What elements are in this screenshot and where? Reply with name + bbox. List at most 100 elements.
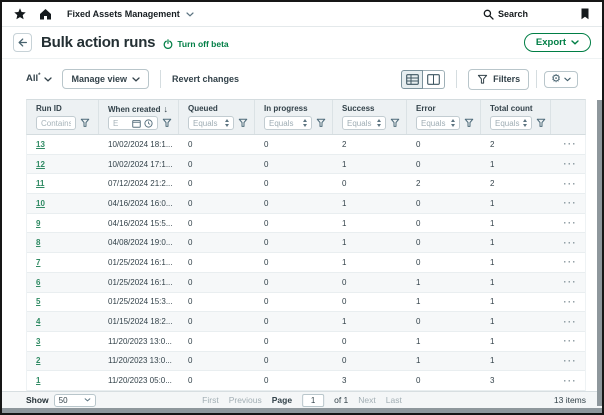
beta-toggle[interactable]: Turn off beta bbox=[163, 39, 228, 49]
page-label: Page bbox=[272, 395, 292, 405]
filter-funnel-icon[interactable] bbox=[464, 118, 474, 128]
row-actions-button[interactable]: ··· bbox=[564, 356, 578, 366]
row-actions-button[interactable]: ··· bbox=[564, 218, 578, 228]
run-id-link[interactable]: 11 bbox=[36, 179, 44, 188]
column-header-total-count[interactable]: Total count Equals bbox=[481, 100, 551, 134]
error-cell: 0 bbox=[407, 214, 481, 233]
queued-filter-operator[interactable]: Equals bbox=[188, 116, 234, 130]
in-progress-filter-operator[interactable]: Equals bbox=[264, 116, 312, 130]
filter-funnel-icon[interactable] bbox=[316, 118, 326, 128]
revert-changes-link[interactable]: Revert changes bbox=[172, 74, 239, 84]
actions-cell: ··· bbox=[551, 155, 585, 174]
row-actions-button[interactable]: ··· bbox=[564, 336, 578, 346]
manage-view-button[interactable]: Manage view bbox=[62, 69, 149, 89]
pagination-next[interactable]: Next bbox=[358, 395, 375, 405]
error-cell: 0 bbox=[407, 135, 481, 154]
back-button[interactable] bbox=[13, 33, 32, 52]
bookmark-icon[interactable] bbox=[580, 8, 590, 20]
column-view-toggle[interactable] bbox=[423, 70, 445, 89]
view-selector-dropdown[interactable]: All* bbox=[26, 73, 52, 84]
run-id-link[interactable]: 2 bbox=[36, 356, 40, 365]
vertical-scrollbar[interactable] bbox=[597, 100, 602, 406]
column-header-queued[interactable]: Queued Equals bbox=[179, 100, 255, 134]
row-actions-button[interactable]: ··· bbox=[564, 238, 578, 248]
run-id-link[interactable]: 4 bbox=[36, 317, 40, 326]
row-actions-button[interactable]: ··· bbox=[564, 179, 578, 189]
row-actions-button[interactable]: ··· bbox=[564, 159, 578, 169]
table-view-toggle[interactable] bbox=[401, 70, 423, 89]
run-id-link[interactable]: 5 bbox=[36, 297, 40, 306]
in-progress-cell: 0 bbox=[255, 293, 333, 312]
pagination-last[interactable]: Last bbox=[386, 395, 402, 405]
run-id-link[interactable]: 8 bbox=[36, 238, 40, 247]
horizontal-scrollbar[interactable] bbox=[2, 408, 602, 413]
run-id-link[interactable]: 10 bbox=[36, 199, 45, 208]
row-actions-button[interactable]: ··· bbox=[564, 376, 578, 386]
home-icon[interactable] bbox=[39, 8, 52, 20]
pagination-first[interactable]: First bbox=[202, 395, 219, 405]
column-header-in-progress[interactable]: In progress Equals bbox=[255, 100, 333, 134]
filter-funnel-icon[interactable] bbox=[238, 118, 248, 128]
total-count-cell: 1 bbox=[481, 332, 551, 351]
beta-toggle-label: Turn off beta bbox=[177, 39, 228, 49]
page-number-input[interactable] bbox=[302, 394, 324, 407]
run-id-cell: 13 bbox=[27, 135, 99, 154]
column-header-run-id[interactable]: Run ID bbox=[27, 100, 99, 134]
queued-cell: 0 bbox=[179, 273, 255, 292]
filter-funnel-icon[interactable] bbox=[162, 118, 172, 128]
page-size-select[interactable]: 50 bbox=[54, 394, 96, 407]
run-id-cell: 4 bbox=[27, 312, 99, 331]
actions-cell: ··· bbox=[551, 312, 585, 331]
pagination-previous[interactable]: Previous bbox=[229, 395, 262, 405]
run-id-link[interactable]: 13 bbox=[36, 140, 45, 149]
success-filter-operator[interactable]: Equals bbox=[342, 116, 386, 130]
column-header-success[interactable]: Success Equals bbox=[333, 100, 407, 134]
sort-desc-icon[interactable]: ↓ bbox=[163, 104, 168, 114]
app-menu-dropdown[interactable]: Fixed Assets Management bbox=[67, 9, 194, 19]
table-view-icon bbox=[406, 74, 419, 85]
success-cell: 1 bbox=[333, 253, 407, 272]
run-id-link[interactable]: 9 bbox=[36, 219, 40, 228]
favorites-star-icon[interactable] bbox=[14, 8, 26, 20]
run-id-link[interactable]: 12 bbox=[36, 160, 45, 169]
filter-funnel-icon[interactable] bbox=[536, 118, 546, 128]
actions-cell: ··· bbox=[551, 293, 585, 312]
power-icon bbox=[163, 39, 173, 49]
when-created-cell: 04/16/2024 16:0... bbox=[99, 194, 179, 213]
row-actions-button[interactable]: ··· bbox=[564, 317, 578, 327]
toolbar-right-group: Filters ⚙ bbox=[401, 69, 578, 90]
column-label: Queued bbox=[188, 104, 218, 113]
success-cell: 0 bbox=[333, 352, 407, 371]
clock-icon[interactable] bbox=[144, 119, 153, 128]
row-actions-button[interactable]: ··· bbox=[564, 257, 578, 267]
run-id-filter-input[interactable] bbox=[36, 116, 76, 130]
filter-funnel-icon[interactable] bbox=[390, 118, 400, 128]
error-filter-operator[interactable]: Equals bbox=[416, 116, 460, 130]
global-search[interactable]: Search bbox=[483, 9, 528, 20]
run-id-cell: 10 bbox=[27, 194, 99, 213]
column-header-when-created[interactable]: When created↓ E bbox=[99, 100, 179, 134]
column-header-error[interactable]: Error Equals bbox=[407, 100, 481, 134]
filters-button[interactable]: Filters bbox=[468, 69, 529, 90]
error-cell: 0 bbox=[407, 233, 481, 252]
row-actions-button[interactable]: ··· bbox=[564, 198, 578, 208]
calendar-icon[interactable] bbox=[132, 119, 141, 128]
actions-cell: ··· bbox=[551, 253, 585, 272]
success-cell: 0 bbox=[333, 273, 407, 292]
table-body: 13 10/02/2024 18:1... 0 0 2 0 2 ··· 12 1… bbox=[26, 135, 586, 391]
row-actions-button[interactable]: ··· bbox=[564, 139, 578, 149]
when-created-filter-input[interactable]: E bbox=[108, 116, 158, 130]
app-window: Fixed Assets Management Search Bulk acti… bbox=[0, 0, 604, 415]
success-cell: 1 bbox=[333, 233, 407, 252]
run-id-link[interactable]: 3 bbox=[36, 337, 40, 346]
grid-settings-button[interactable]: ⚙ bbox=[544, 71, 578, 88]
actions-cell: ··· bbox=[551, 214, 585, 233]
run-id-link[interactable]: 1 bbox=[36, 376, 40, 385]
filter-funnel-icon[interactable] bbox=[80, 118, 90, 128]
row-actions-button[interactable]: ··· bbox=[564, 297, 578, 307]
row-actions-button[interactable]: ··· bbox=[564, 277, 578, 287]
export-button[interactable]: Export bbox=[524, 33, 591, 52]
run-id-link[interactable]: 6 bbox=[36, 278, 40, 287]
total-count-filter-operator[interactable]: Equals bbox=[490, 116, 532, 130]
run-id-link[interactable]: 7 bbox=[36, 258, 40, 267]
